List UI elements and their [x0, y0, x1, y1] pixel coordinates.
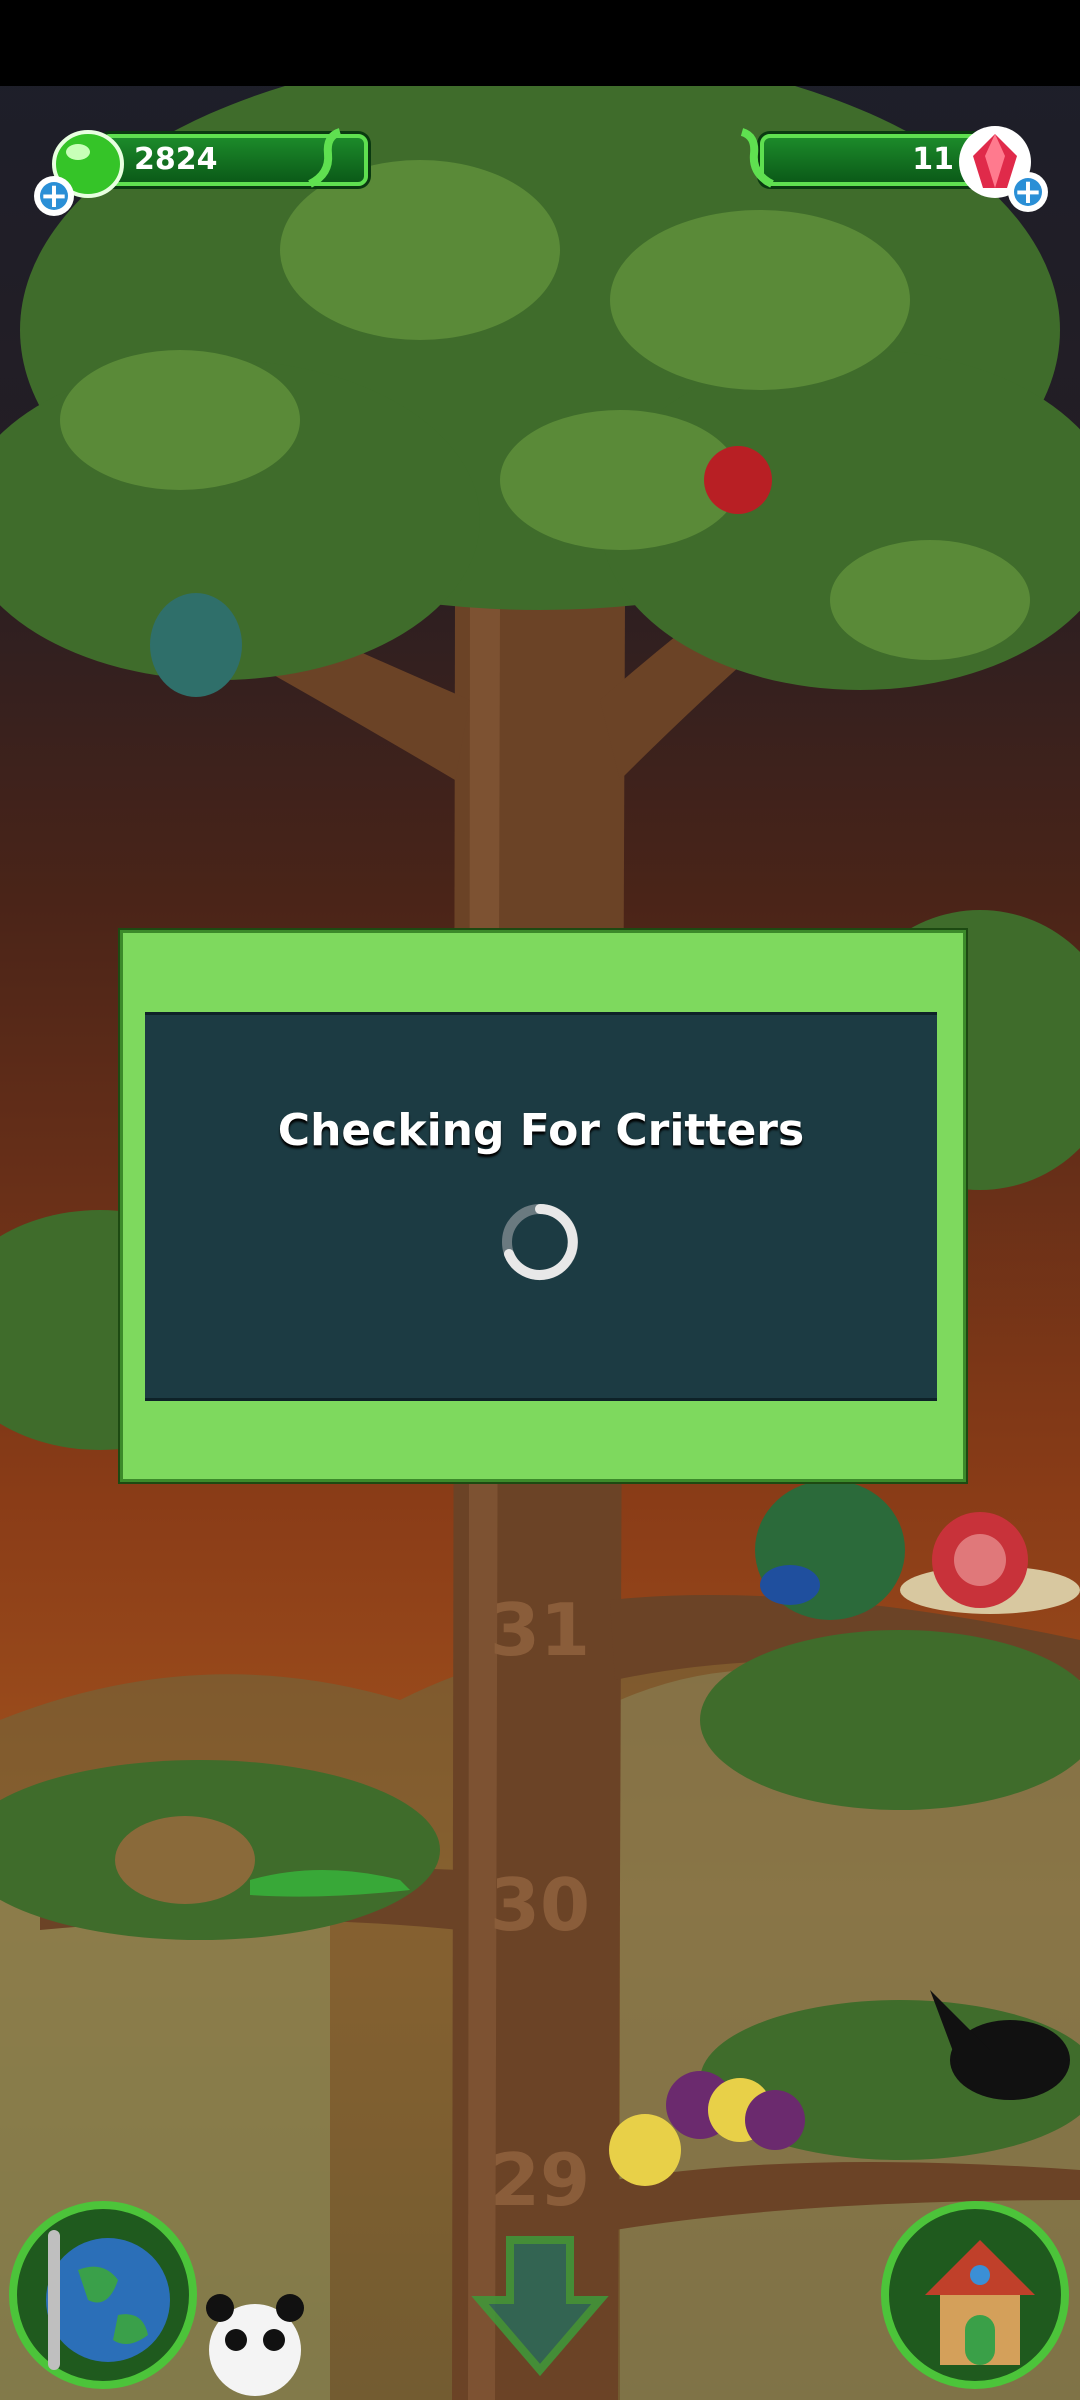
lizard-icon [740, 128, 774, 188]
dialog-title: Checking For Critters [277, 1105, 805, 1156]
globe-button[interactable] [8, 2200, 198, 2390]
armadillo-critter[interactable] [115, 1816, 255, 1904]
gem-counter: 11 [760, 134, 983, 186]
house-button[interactable] [880, 2200, 1070, 2390]
add-gem-button[interactable]: + [1008, 172, 1048, 212]
lizard-icon [308, 128, 342, 188]
gel-count: 2824 [134, 142, 218, 177]
snail-critter[interactable] [900, 1512, 1080, 1614]
status-bar [0, 0, 1080, 86]
level-marker-30: 30 [490, 1863, 590, 1947]
level-marker-29: 29 [490, 2138, 590, 2222]
gem-count: 11 [912, 142, 954, 177]
loading-spinner-icon [502, 1204, 578, 1280]
level-marker-31: 31 [490, 1588, 590, 1672]
peacock-critter[interactable] [755, 1480, 905, 1620]
down-arrow-icon[interactable] [470, 2230, 610, 2380]
add-gel-button[interactable]: + [34, 176, 74, 216]
